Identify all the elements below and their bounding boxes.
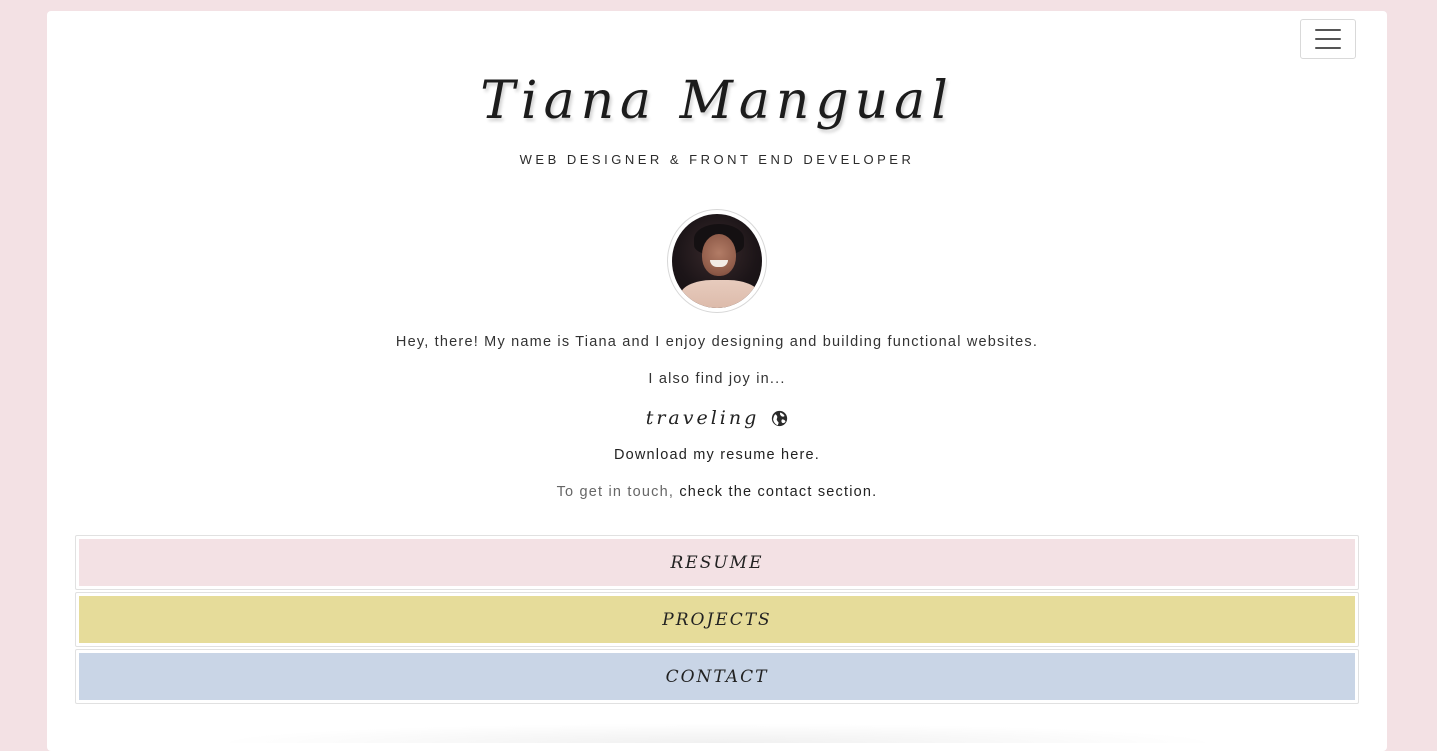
resume-download-link[interactable]: Download my resume here. — [614, 447, 820, 463]
resume-download-line: Download my resume here. — [47, 446, 1387, 464]
contact-line: To get in touch, check the contact secti… — [47, 483, 1387, 501]
avatar-photo — [672, 214, 762, 308]
contact-prefix: To get in touch, — [556, 484, 680, 500]
footer-shadow — [207, 723, 1227, 743]
hobby-rotator: traveling — [47, 406, 1387, 430]
avatar — [667, 209, 767, 313]
hamburger-menu-icon-bar — [1315, 38, 1341, 40]
intro-greeting: Hey, there! My name is Tiana and I enjoy… — [395, 334, 1039, 350]
intro-section: Hey, there! My name is Tiana and I enjoy… — [47, 333, 1387, 501]
projects-section-label: PROJECTS — [79, 596, 1355, 643]
site-header: Tiana Mangual WEB DESIGNER & FRONT END D… — [47, 69, 1387, 167]
section-buttons: RESUME PROJECTS CONTACT — [75, 535, 1359, 706]
hamburger-menu-icon-bar — [1315, 47, 1341, 49]
contact-section-link[interactable]: check the contact section. — [679, 484, 877, 500]
site-title: Tiana Mangual — [480, 71, 954, 131]
resume-section-label: RESUME — [79, 539, 1355, 586]
site-subtitle: WEB DESIGNER & FRONT END DEVELOPER — [519, 152, 915, 167]
intro-also-find: I also find joy in... — [648, 371, 786, 387]
page-card: Tiana Mangual WEB DESIGNER & FRONT END D… — [47, 11, 1387, 751]
projects-section-button[interactable]: PROJECTS — [75, 592, 1359, 647]
contact-section-button[interactable]: CONTACT — [75, 649, 1359, 704]
resume-section-button[interactable]: RESUME — [75, 535, 1359, 590]
hamburger-menu-icon — [1315, 29, 1341, 31]
contact-section-label: CONTACT — [79, 653, 1355, 700]
globe-icon — [772, 410, 788, 426]
menu-toggle-button[interactable] — [1300, 19, 1356, 59]
hobby-text: traveling — [645, 407, 760, 429]
